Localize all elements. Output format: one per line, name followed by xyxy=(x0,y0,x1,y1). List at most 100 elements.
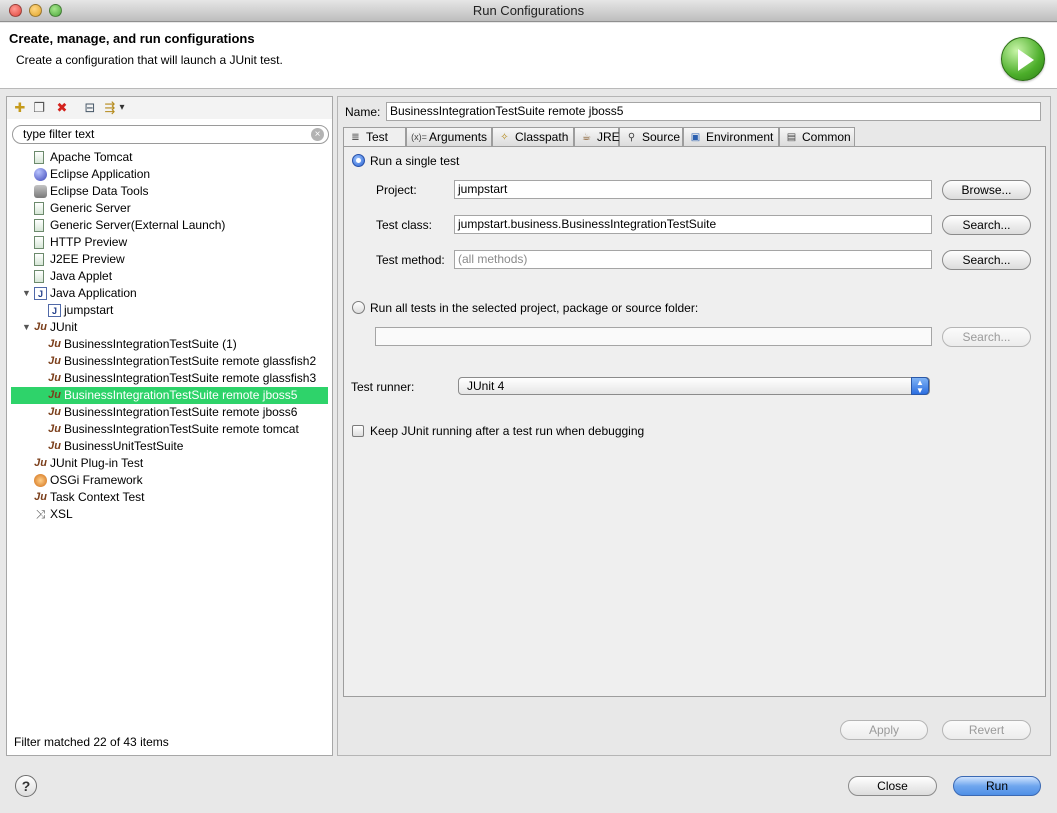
page-config-icon xyxy=(34,270,44,283)
tree-item[interactable]: Eclipse Application xyxy=(7,166,332,183)
run-single-test-radio[interactable] xyxy=(352,154,365,167)
tree-item[interactable]: Ju JUnit Plug-in Test xyxy=(7,455,332,472)
name-field[interactable]: BusinessIntegrationTestSuite remote jbos… xyxy=(386,102,1041,121)
j-config-icon: J xyxy=(34,287,47,300)
tab-arguments[interactable]: (x)= Arguments xyxy=(406,127,492,146)
window-titlebar: Run Configurations xyxy=(0,0,1057,22)
tree-item[interactable]: Ju BusinessIntegrationTestSuite remote gl… xyxy=(7,370,332,387)
run-banner-icon xyxy=(1001,37,1045,81)
tree-item-label: Apache Tomcat xyxy=(50,150,133,164)
run-button[interactable]: Run xyxy=(953,776,1041,796)
tree-item-label: XSL xyxy=(50,507,73,521)
tree-item[interactable]: Java Applet xyxy=(7,268,332,285)
tree-item-label: BusinessIntegrationTestSuite (1) xyxy=(64,337,237,351)
page-config-icon xyxy=(34,202,44,215)
tree-item[interactable]: Ju BusinessIntegrationTestSuite remote jb… xyxy=(7,404,332,421)
globe-config-icon xyxy=(34,168,47,181)
tree-item[interactable]: HTTP Preview xyxy=(7,234,332,251)
tree-item[interactable]: J2EE Preview xyxy=(7,251,332,268)
tab-jre[interactable]: ☕ JRE xyxy=(574,127,620,146)
delete-icon[interactable]: ✖ xyxy=(54,100,70,116)
test-method-label: Test method: xyxy=(376,253,445,267)
tree-item-label: BusinessIntegrationTestSuite remote glas… xyxy=(64,354,317,368)
search-method-button[interactable]: Search... xyxy=(942,250,1031,270)
tab-classpath[interactable]: ✧ Classpath xyxy=(492,127,574,146)
search-container-button[interactable]: Search... xyxy=(942,327,1031,347)
run-all-tests-label: Run all tests in the selected project, p… xyxy=(370,301,699,315)
ju-config-icon: Ju xyxy=(48,406,61,418)
ju-config-icon: Ju xyxy=(34,491,47,503)
tree-item[interactable]: Jjumpstart xyxy=(7,302,332,319)
tab-arguments-label: Arguments xyxy=(429,130,488,144)
tab-common[interactable]: ▤ Common xyxy=(779,127,855,146)
tree-item-label: JUnit xyxy=(50,320,78,334)
test-method-field[interactable]: (all methods) xyxy=(454,250,932,269)
jre-tab-icon: ☕ xyxy=(582,132,591,143)
tree-item[interactable]: ⤨ XSL xyxy=(7,506,332,523)
tree-item[interactable]: Ju BusinessUnitTestSuite xyxy=(7,438,332,455)
keep-junit-running-label: Keep JUnit running after a test run when… xyxy=(370,424,645,438)
arguments-tab-icon: (x)= xyxy=(411,132,427,142)
filter-icon[interactable]: ⇶ xyxy=(102,100,118,116)
expand-toggle-icon[interactable]: ▼ xyxy=(22,285,32,302)
tree-item[interactable]: Ju BusinessIntegrationTestSuite remote to… xyxy=(7,421,332,438)
tree-item[interactable]: Ju BusinessIntegrationTestSuite remote gl… xyxy=(7,353,332,370)
source-tab-icon: ⚲ xyxy=(627,132,636,143)
tab-test-label: Test xyxy=(366,130,389,144)
new-configuration-icon[interactable]: ✚ xyxy=(12,100,28,116)
tree-item-label: JUnit Plug-in Test xyxy=(50,456,144,470)
browse-button[interactable]: Browse... xyxy=(942,180,1031,200)
ju-config-icon: Ju xyxy=(48,372,61,384)
ju-config-icon: Ju xyxy=(48,440,61,452)
tab-source[interactable]: ⚲ Source xyxy=(619,127,683,146)
tree-item[interactable]: ▼ J Java Application xyxy=(7,285,332,302)
filter-placeholder: type filter text xyxy=(23,127,95,141)
tree-item-label: Java Application xyxy=(50,286,137,300)
run-all-tests-radio[interactable] xyxy=(352,301,365,314)
tree-item[interactable]: Eclipse Data Tools xyxy=(7,183,332,200)
filter-input[interactable]: type filter text × xyxy=(12,125,329,144)
container-field[interactable] xyxy=(375,327,932,346)
close-button[interactable]: Close xyxy=(848,776,937,796)
page-config-icon xyxy=(34,236,44,249)
revert-button[interactable]: Revert xyxy=(942,720,1031,740)
filter-status: Filter matched 22 of 43 items xyxy=(14,735,169,749)
duplicate-icon[interactable]: ❐ xyxy=(31,100,47,116)
help-button[interactable]: ? xyxy=(15,775,37,797)
tree-item[interactable]: Ju Task Context Test xyxy=(7,489,332,506)
tree-item-label: BusinessIntegrationTestSuite remote jbos… xyxy=(64,405,298,419)
test-runner-select[interactable]: JUnit 4 ▲ ▼ xyxy=(458,377,930,395)
tab-test[interactable]: ≣ Test xyxy=(343,127,406,147)
search-class-button[interactable]: Search... xyxy=(942,215,1031,235)
osgi-config-icon xyxy=(34,474,47,487)
tree-item[interactable]: Ju BusinessIntegrationTestSuite remote jb… xyxy=(11,387,328,404)
ju-config-icon: Ju xyxy=(48,338,61,350)
view-menu-icon[interactable]: ▾ xyxy=(117,100,127,116)
test-tab-panel: Run a single test Project: jumpstart Bro… xyxy=(343,146,1046,697)
test-class-field[interactable]: jumpstart.business.BusinessIntegrationTe… xyxy=(454,215,932,234)
project-field[interactable]: jumpstart xyxy=(454,180,932,199)
tree-item[interactable]: Generic Server(External Launch) xyxy=(7,217,332,234)
keep-junit-running-checkbox[interactable] xyxy=(352,425,364,437)
tree-item[interactable]: Ju BusinessIntegrationTestSuite (1) xyxy=(7,336,332,353)
tree-item[interactable]: OSGi Framework xyxy=(7,472,332,489)
ju-config-icon: Ju xyxy=(34,321,47,333)
expand-toggle-icon[interactable]: ▼ xyxy=(22,319,32,336)
page-config-icon xyxy=(34,151,44,164)
clear-filter-icon[interactable]: × xyxy=(311,128,324,141)
select-arrows-icon: ▲ ▼ xyxy=(911,377,929,395)
tree-item-label: BusinessIntegrationTestSuite remote glas… xyxy=(64,371,317,385)
tree-item[interactable]: Apache Tomcat xyxy=(7,149,332,166)
test-class-label: Test class: xyxy=(376,218,433,232)
name-label: Name: xyxy=(345,105,381,119)
tree-item[interactable]: ▼ Ju JUnit xyxy=(7,319,332,336)
tree-item-label: BusinessIntegrationTestSuite remote jbos… xyxy=(64,388,298,402)
ju-config-icon: Ju xyxy=(48,355,61,367)
apply-button[interactable]: Apply xyxy=(840,720,928,740)
collapse-all-icon[interactable]: ⊟ xyxy=(82,100,98,116)
xsl-config-icon: ⤨ xyxy=(35,507,46,521)
test-runner-label: Test runner: xyxy=(351,380,415,394)
dialog-subtitle: Create a configuration that will launch … xyxy=(16,53,283,67)
tree-item[interactable]: Generic Server xyxy=(7,200,332,217)
tab-environment[interactable]: ▣ Environment xyxy=(683,127,779,146)
